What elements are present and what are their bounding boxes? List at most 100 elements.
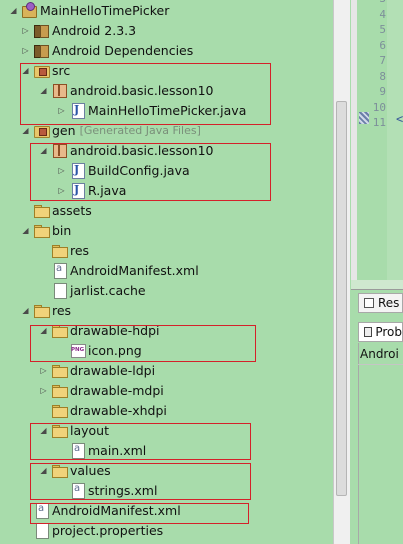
folder-icon	[51, 362, 68, 378]
collapsed-arrow-icon[interactable]: ▷	[56, 160, 67, 180]
tree-item-label: assets	[52, 202, 92, 218]
tree-item-label: values	[70, 462, 111, 478]
tree-item[interactable]: ▷ R.java	[0, 180, 333, 200]
tree-item[interactable]: ◢ android.basic.lesson10	[0, 80, 333, 100]
tree-item-label: layout	[70, 422, 110, 438]
expanded-arrow-icon[interactable]: ◢	[38, 80, 49, 100]
tree-item[interactable]: icon.png	[0, 340, 333, 360]
tree-item-label: res	[70, 242, 90, 258]
tree-item[interactable]: res	[0, 240, 333, 260]
no-arrow	[38, 280, 49, 300]
tree-item-label: bin	[52, 222, 72, 238]
tree-item[interactable]: ◢ res	[0, 300, 333, 320]
tree-item-label: BuildConfig.java	[88, 162, 190, 178]
tree-item[interactable]: AndroidManifest.xml	[0, 500, 333, 520]
line-number: 5	[379, 23, 386, 36]
expanded-arrow-icon[interactable]: ◢	[38, 420, 49, 440]
xml-file-icon	[69, 482, 85, 499]
tree-item-label: android.basic.lesson10	[70, 142, 214, 158]
tree-item-label: icon.png	[88, 342, 142, 358]
collapsed-arrow-icon[interactable]: ▷	[38, 360, 49, 380]
tree-item-label: AndroidManifest.xml	[52, 502, 181, 518]
tree-item-label: MainHelloTimePicker.java	[88, 102, 247, 118]
tree-item[interactable]: ▷ MainHelloTimePicker.java	[0, 100, 333, 120]
editor-gutter	[351, 0, 357, 280]
problems-icon	[364, 327, 373, 337]
tab-problems[interactable]: Prob	[358, 322, 403, 342]
tab-resource-label: Res	[378, 296, 400, 310]
tree-item-label: drawable-ldpi	[70, 362, 156, 378]
no-arrow	[20, 500, 31, 520]
tree-item[interactable]: ◢ drawable-hdpi	[0, 320, 333, 340]
collapsed-arrow-icon[interactable]: ▷	[38, 380, 49, 400]
tree-item[interactable]: ◢ bin	[0, 220, 333, 240]
collapsed-arrow-icon[interactable]: ▷	[20, 40, 31, 60]
code-area[interactable]	[387, 0, 403, 280]
collapsed-arrow-icon[interactable]: ▷	[56, 180, 67, 200]
tree-item[interactable]: ▷ drawable-ldpi	[0, 360, 333, 380]
tree-item-label: strings.xml	[88, 482, 158, 498]
expanded-arrow-icon[interactable]: ◢	[38, 140, 49, 160]
tree-item[interactable]: ▷ BuildConfig.java	[0, 160, 333, 180]
folder-icon	[33, 202, 50, 218]
tree-item-label: src	[52, 62, 71, 78]
tree-item[interactable]: ◢ gen [Generated Java Files]	[0, 120, 333, 140]
collapsed-arrow-icon[interactable]: ▷	[56, 100, 67, 120]
problems-divider	[358, 364, 403, 365]
tree-item[interactable]: ▷ drawable-mdpi	[0, 380, 333, 400]
no-arrow	[56, 440, 67, 460]
tree-item[interactable]: ◢ android.basic.lesson10	[0, 140, 333, 160]
line-number: 7	[379, 54, 386, 67]
tree-item[interactable]: jarlist.cache	[0, 280, 333, 300]
xml-file-icon	[69, 442, 85, 459]
tree-item[interactable]: AndroidManifest.xml	[0, 260, 333, 280]
tree-item[interactable]: assets	[0, 200, 333, 220]
no-arrow	[38, 400, 49, 420]
tree-item[interactable]: main.xml	[0, 440, 333, 460]
folder-icon	[51, 462, 68, 478]
png-file-icon	[69, 342, 86, 358]
tree-item[interactable]: strings.xml	[0, 480, 333, 500]
tree-item[interactable]: project.properties	[0, 520, 333, 540]
tree-item-label: main.xml	[88, 442, 147, 458]
expanded-arrow-icon[interactable]: ◢	[20, 220, 31, 240]
expanded-arrow-icon[interactable]: ◢	[20, 120, 31, 140]
xml-file-icon	[33, 502, 49, 519]
line-number: 6	[379, 38, 386, 52]
tree-item-decoration: [Generated Java Files]	[79, 123, 201, 137]
problems-panel	[358, 343, 403, 544]
tree-item[interactable]: ◢ values	[0, 460, 333, 480]
tree-item[interactable]: drawable-xhdpi	[0, 400, 333, 420]
expanded-arrow-icon[interactable]: ◢	[20, 60, 31, 80]
folder-icon	[51, 382, 68, 398]
expanded-arrow-icon[interactable]: ◢	[20, 300, 31, 320]
tree-item[interactable]: ◢ src	[0, 60, 333, 80]
line-number: 8	[379, 69, 386, 83]
tab-resource[interactable]: Res	[358, 293, 403, 313]
expanded-arrow-icon[interactable]: ◢	[38, 320, 49, 340]
file-icon	[33, 522, 49, 539]
override-marker-icon[interactable]	[359, 112, 369, 124]
tree-item[interactable]: ◢ MainHelloTimePicker	[0, 0, 333, 20]
explorer-scrollbar-thumb[interactable]	[336, 101, 347, 496]
tree-item-label: drawable-mdpi	[70, 382, 164, 398]
collapsed-arrow-icon[interactable]: ▷	[20, 20, 31, 40]
java-file-icon	[69, 182, 85, 199]
problems-row[interactable]: Androi	[360, 347, 403, 361]
expanded-arrow-icon[interactable]: ◢	[8, 0, 19, 20]
tree-item[interactable]: ▷ Android Dependencies	[0, 40, 333, 60]
folder-icon	[51, 422, 68, 438]
line-number: 4	[379, 7, 386, 21]
package-icon	[51, 82, 67, 98]
tree-item[interactable]: ▷ Android 2.3.3	[0, 20, 333, 40]
line-number: 10	[372, 100, 386, 114]
source-folder-icon	[33, 122, 50, 138]
tree-item-label: project.properties	[52, 522, 164, 538]
editor-bottom-bar	[351, 280, 403, 290]
java-file-icon	[69, 102, 85, 119]
no-arrow	[20, 520, 31, 540]
tree-item-label: R.java	[88, 182, 127, 198]
tree-item[interactable]: ◢ layout	[0, 420, 333, 440]
line-number: 11	[372, 116, 386, 129]
expanded-arrow-icon[interactable]: ◢	[38, 460, 49, 480]
